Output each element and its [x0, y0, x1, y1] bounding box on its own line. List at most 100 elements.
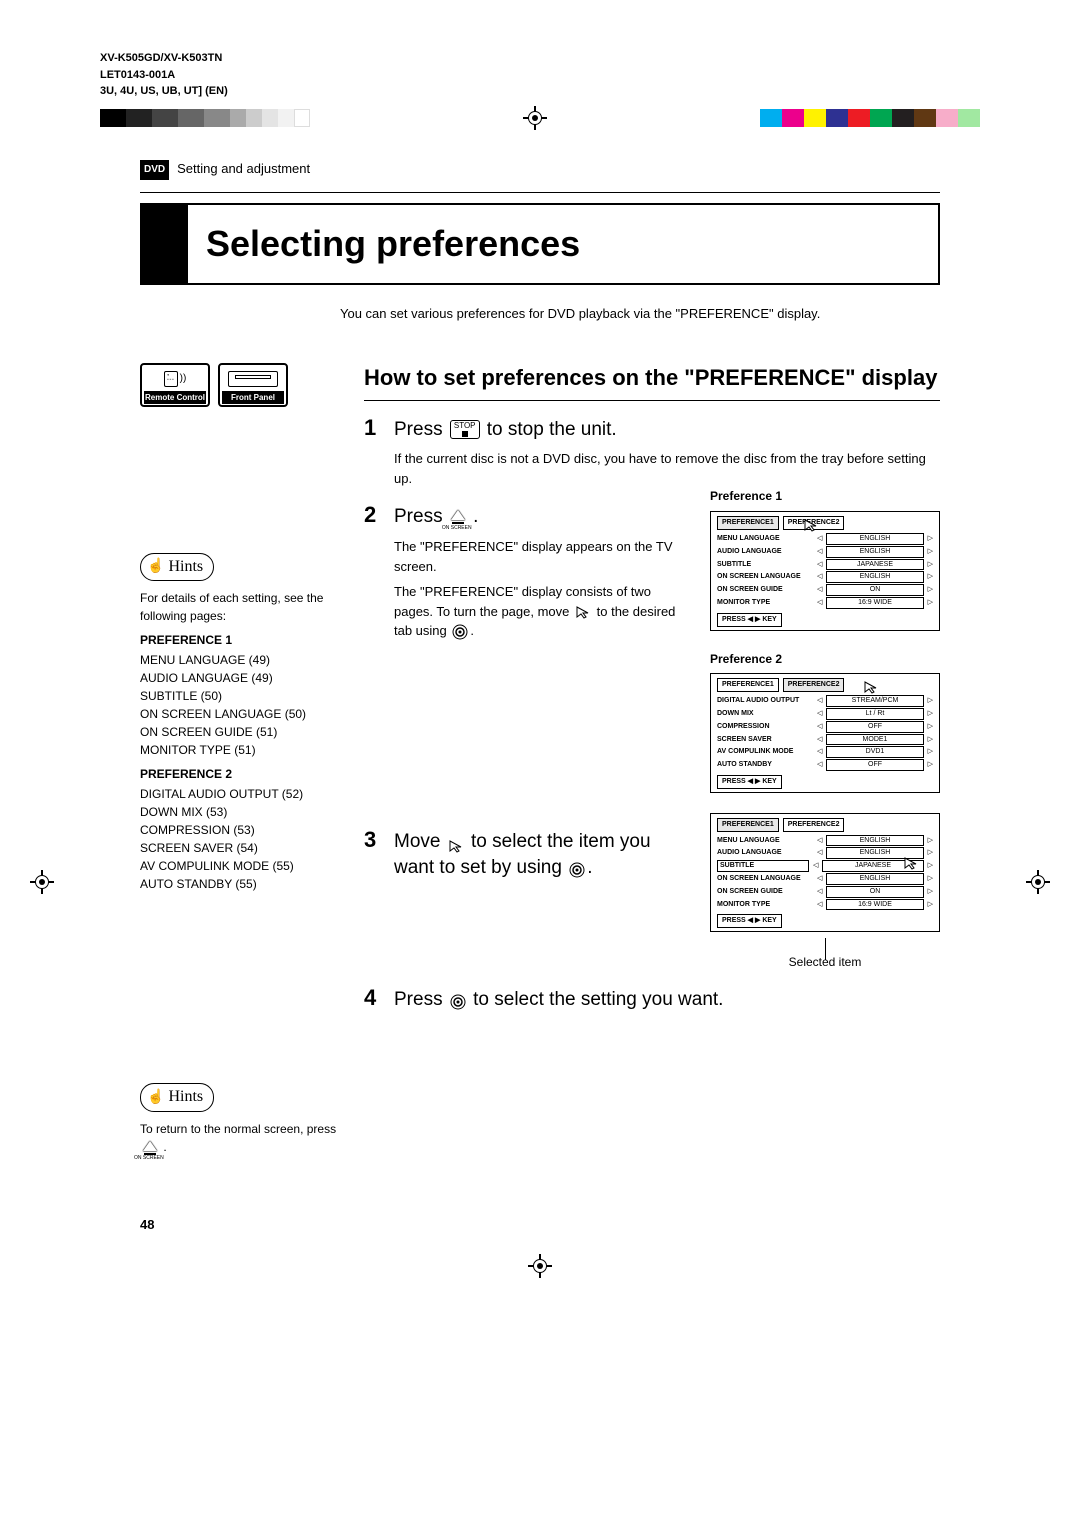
- hints-list-item: AUDIO LANGUAGE (49): [140, 669, 340, 687]
- cursor-arrow-icon: [575, 605, 591, 619]
- osd-tab-1: PREFERENCE1: [717, 516, 779, 530]
- model-line-1: XV-K505GD/XV-K503TN: [100, 50, 980, 67]
- hints-label: Hints: [168, 1086, 203, 1108]
- control-icons: ∘ ⁃⁃⁃)) Remote Control Front Panel: [140, 363, 340, 407]
- osd-value: 16:9 WIDE: [826, 899, 923, 911]
- osd-key: DIGITAL AUDIO OUTPUT: [717, 696, 813, 706]
- front-panel-icon: Front Panel: [218, 363, 288, 407]
- osd-row: ON SCREEN LANGUAGE◁ENGLISH▷: [717, 571, 933, 583]
- osd-value: ON: [826, 584, 923, 596]
- step-4-num: 4: [364, 987, 384, 1009]
- model-info: XV-K505GD/XV-K503TN LET0143-001A 3U, 4U,…: [100, 50, 980, 100]
- jog-dial-icon: [569, 860, 585, 876]
- hints-list-item: ON SCREEN GUIDE (51): [140, 723, 340, 741]
- osd-row: DOWN MIX◁Lt / Rt▷: [717, 708, 933, 720]
- hints-list-item: AUTO STANDBY (55): [140, 875, 340, 893]
- osd-row: ON SCREEN GUIDE◁ON▷: [717, 584, 933, 596]
- model-line-2: LET0143-001A: [100, 67, 980, 84]
- osd-row: DIGITAL AUDIO OUTPUT◁STREAM/PCM▷: [717, 695, 933, 707]
- chevron-left-icon: ◁: [817, 887, 822, 897]
- osd-key: MENU LANGUAGE: [717, 534, 813, 544]
- osd-footer: PRESS ◀ ▶ KEY: [717, 775, 782, 789]
- chevron-left-icon: ◁: [817, 747, 822, 757]
- page-title: Selecting preferences: [206, 219, 580, 269]
- osd-preference-2: PREFERENCE1 PREFERENCE2 DIGITAL AUDIO OUT…: [710, 673, 940, 792]
- step-2-body-a: The "PREFERENCE" display appears on the …: [394, 537, 692, 576]
- pref2-label: Preference 2: [710, 651, 940, 668]
- section-heading: How to set preferences on the "PREFERENC…: [364, 363, 940, 394]
- chevron-left-icon: ◁: [817, 585, 822, 595]
- step-3-title-a: Move: [394, 831, 440, 852]
- chevron-right-icon: ▷: [928, 887, 933, 897]
- step-4-title-b: to select the setting you want.: [473, 989, 723, 1010]
- osd-row: SUBTITLE◁JAPANESE▷: [717, 860, 933, 872]
- osd-row: MONITOR TYPE ◁ 16:9 WIDE ▷: [717, 899, 933, 911]
- osd-value: STREAM/PCM: [826, 695, 923, 707]
- hints-list-item: AV COMPULINK MODE (55): [140, 857, 340, 875]
- osd-value: OFF: [826, 759, 923, 771]
- step-2-num: 2: [364, 504, 384, 526]
- osd-value: MODE1: [826, 734, 923, 746]
- osd-key: ON SCREEN GUIDE: [717, 887, 813, 897]
- osd-value: ENGLISH: [826, 546, 923, 558]
- osd-key: MONITOR TYPE: [717, 900, 813, 910]
- osd-row: SCREEN SAVER◁MODE1▷: [717, 734, 933, 746]
- cursor-arrow-icon: [863, 680, 879, 694]
- hints-2-text-a: To return to the normal screen, press: [140, 1122, 336, 1136]
- chevron-right-icon: ▷: [928, 900, 933, 910]
- osd-tab-1: PREFERENCE1: [717, 678, 779, 692]
- osd-key: MENU LANGUAGE: [717, 836, 813, 846]
- registration-mark-bottom: [100, 1254, 980, 1278]
- step-2-title-a: Press: [394, 506, 443, 527]
- cursor-arrow-icon: [903, 856, 919, 870]
- chevron-left-icon: ◁: [817, 900, 822, 910]
- page-title-box: Selecting preferences: [140, 203, 940, 285]
- chevron-right-icon: ▷: [928, 598, 933, 608]
- registration-mark-left: [30, 870, 54, 894]
- chevron-left-icon: ◁: [817, 709, 822, 719]
- chevron-right-icon: ▷: [928, 585, 933, 595]
- osd-row: AV COMPULINK MODE◁DVD1▷: [717, 746, 933, 758]
- osd-value: OFF: [826, 721, 923, 733]
- osd-preference-1: PREFERENCE1PREFERENCE2 MENU LANGUAGE◁ENG…: [710, 511, 940, 630]
- osd-key: AUTO STANDBY: [717, 760, 813, 770]
- chevron-right-icon: ▷: [928, 874, 933, 884]
- step-2: 2 Press ON SCREEN .: [364, 504, 692, 531]
- osd-row: AUDIO LANGUAGE◁ENGLISH▷: [717, 847, 933, 859]
- osd-tab-2: PREFERENCE2: [783, 678, 845, 692]
- osd-key: ON SCREEN LANGUAGE: [717, 874, 813, 884]
- dvd-badge: DVD: [140, 160, 169, 180]
- registration-mark-top: [523, 106, 547, 130]
- osd-value: ENGLISH: [826, 571, 923, 583]
- remote-label: Remote Control: [144, 391, 206, 404]
- chevron-left-icon: ◁: [817, 722, 822, 732]
- remote-control-icon: ∘ ⁃⁃⁃)) Remote Control: [140, 363, 210, 407]
- osd-value: ENGLISH: [826, 873, 923, 885]
- osd-value: JAPANESE: [826, 559, 923, 571]
- osd-value: ON: [826, 886, 923, 898]
- chevron-left-icon: ◁: [817, 735, 822, 745]
- jog-dial-icon: [450, 992, 466, 1008]
- chevron-right-icon: ▷: [928, 572, 933, 582]
- step-3: 3 Move to select the item you want to se…: [364, 829, 692, 882]
- chevron-right-icon: ▷: [928, 709, 933, 719]
- intro-text: You can set various preferences for DVD …: [340, 305, 940, 323]
- selected-item-caption: Selected item: [710, 954, 940, 971]
- on-screen-button-icon: ON SCREEN: [142, 1141, 158, 1155]
- chevron-left-icon: ◁: [817, 836, 822, 846]
- chevron-right-icon: ▷: [928, 848, 933, 858]
- cursor-arrow-icon: [803, 518, 819, 532]
- chevron-right-icon: ▷: [928, 747, 933, 757]
- hand-icon: ☝: [147, 557, 164, 577]
- step-1-body: If the current disc is not a DVD disc, y…: [394, 449, 940, 488]
- step-1-num: 1: [364, 417, 384, 439]
- osd-footer: PRESS ◀ ▶ KEY: [717, 914, 782, 928]
- chevron-right-icon: ▷: [928, 861, 933, 871]
- page-number: 48: [140, 1216, 940, 1234]
- hints-2-content: To return to the normal screen, press ON…: [140, 1120, 340, 1156]
- osd-key: AUDIO LANGUAGE: [717, 547, 813, 557]
- osd-key: ON SCREEN LANGUAGE: [717, 572, 813, 582]
- step-4: 4 Press to select the setting you want.: [364, 987, 940, 1014]
- breadcrumb-text: Setting and adjustment: [177, 160, 310, 178]
- hints-list-item: DIGITAL AUDIO OUTPUT (52): [140, 785, 340, 803]
